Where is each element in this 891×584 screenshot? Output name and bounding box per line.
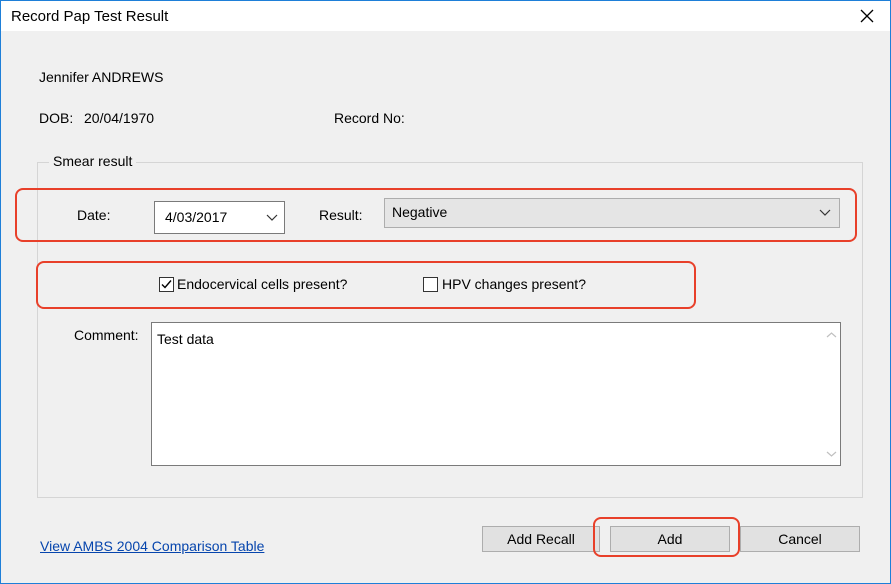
- hpv-checkbox[interactable]: [423, 277, 438, 292]
- comparison-table-link[interactable]: View AMBS 2004 Comparison Table: [40, 538, 264, 554]
- result-value: Negative: [392, 204, 448, 220]
- date-value: 4/03/2017: [165, 209, 228, 225]
- dialog-content: Jennifer ANDREWS DOB: 20/04/1970 Record …: [1, 31, 890, 583]
- cancel-button[interactable]: Cancel: [740, 526, 860, 552]
- endocervical-checkbox[interactable]: [159, 277, 174, 292]
- window-title: Record Pap Test Result: [11, 8, 169, 25]
- date-picker[interactable]: 4/03/2017: [154, 201, 285, 234]
- checkmark-icon: [161, 280, 172, 289]
- hpv-label: HPV changes present?: [442, 276, 586, 292]
- result-select[interactable]: Negative: [384, 198, 840, 228]
- title-bar: Record Pap Test Result: [1, 1, 890, 31]
- add-recall-button[interactable]: Add Recall: [482, 526, 600, 552]
- comment-label: Comment:: [74, 327, 139, 343]
- comment-scrollbar[interactable]: [823, 323, 840, 465]
- dob-value: 20/04/1970: [84, 110, 155, 126]
- comment-textarea[interactable]: Test data: [151, 322, 841, 466]
- comment-value: Test data: [157, 331, 214, 347]
- add-button[interactable]: Add: [610, 526, 730, 552]
- close-button[interactable]: [844, 1, 890, 31]
- patient-name: Jennifer ANDREWS: [39, 69, 164, 85]
- dob-label: DOB:: [39, 110, 74, 126]
- result-label: Result:: [319, 207, 363, 223]
- endocervical-label: Endocervical cells present?: [177, 276, 348, 292]
- date-label: Date:: [77, 207, 111, 223]
- chevron-down-icon: [266, 214, 278, 221]
- chevron-down-icon: [819, 209, 831, 216]
- record-number-label: Record No:: [334, 110, 405, 126]
- dialog-window: Record Pap Test Result Jennifer ANDREWS …: [0, 0, 891, 584]
- scroll-down-icon[interactable]: [823, 445, 840, 462]
- close-icon: [860, 9, 874, 23]
- smear-result-legend: Smear result: [49, 153, 137, 169]
- scroll-up-icon[interactable]: [823, 327, 840, 344]
